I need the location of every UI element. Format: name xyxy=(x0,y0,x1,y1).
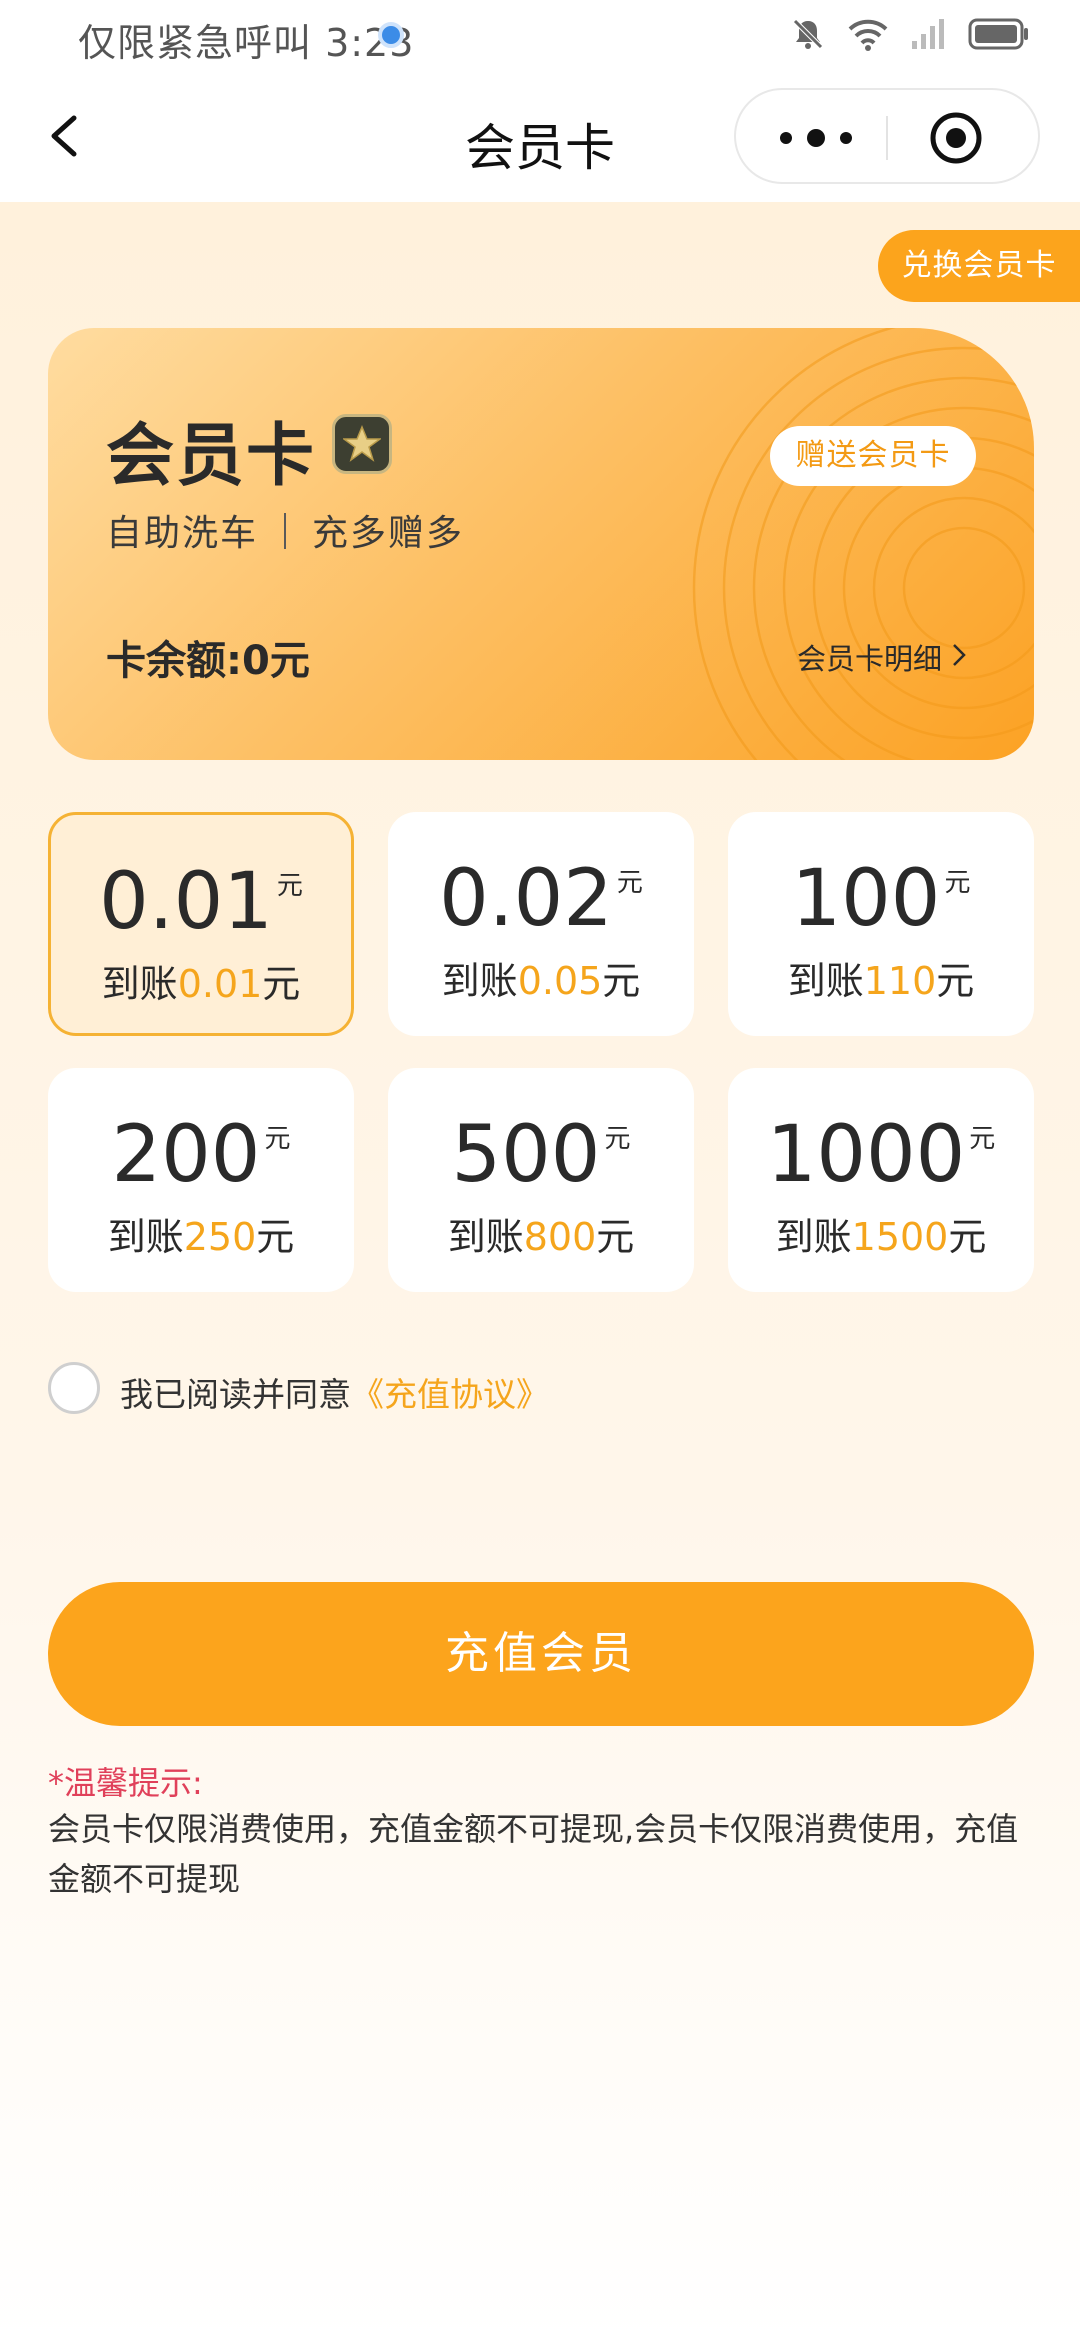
card-balance: 卡余额:0元 xyxy=(106,638,310,684)
mini-program-capsule xyxy=(734,88,1040,184)
credit-suffix: 元 xyxy=(936,959,975,1003)
credit-prefix: 到账 xyxy=(107,1215,184,1259)
credit-suffix: 元 xyxy=(256,1215,295,1259)
amount-credit: 到账0.01元 xyxy=(51,953,351,1008)
amount-value: 0.01 元 xyxy=(51,857,351,947)
signal-icon xyxy=(912,19,944,49)
amount-number: 0.02 xyxy=(439,854,613,944)
amount-number: 500 xyxy=(451,1110,601,1200)
amount-number: 100 xyxy=(791,854,941,944)
card-subtitle: 自助洗车 充多赠多 xyxy=(106,504,464,556)
card-detail-link[interactable]: 会员卡明细 xyxy=(797,636,968,678)
amount-unit: 元 xyxy=(616,868,643,898)
credit-prefix: 到账 xyxy=(101,962,178,1006)
agreement-row: 我已阅读并同意《充值协议》 xyxy=(48,1360,948,1416)
amount-option[interactable]: 500 元 到账800元 xyxy=(388,1068,694,1292)
amount-credit: 到账1500元 xyxy=(728,1206,1034,1261)
amount-unit: 元 xyxy=(604,1124,631,1154)
amount-credit: 到账110元 xyxy=(728,950,1034,1005)
credit-suffix: 元 xyxy=(596,1215,635,1259)
amount-unit: 元 xyxy=(276,871,303,901)
exchange-card-button[interactable]: 兑换会员卡 xyxy=(878,230,1080,302)
credit-amount: 800 xyxy=(523,1215,597,1259)
amount-option[interactable]: 0.02 元 到账0.05元 xyxy=(388,812,694,1036)
agreement-text: 我已阅读并同意《充值协议》 xyxy=(120,1368,549,1416)
card-subtitle-left: 自助洗车 xyxy=(106,513,259,554)
more-dots-icon[interactable] xyxy=(776,126,856,150)
agreement-checkbox[interactable] xyxy=(48,1362,100,1414)
status-icons xyxy=(790,16,1030,52)
status-bar: 仅限紧急呼叫 3:23 xyxy=(0,0,1080,72)
member-card: 会员卡 自助洗车 充多赠多 赠送会员卡 卡余额:0元 会员卡明细 xyxy=(48,328,1034,760)
amount-value: 1000 元 xyxy=(728,1110,1034,1200)
tips-title: *温馨提示: xyxy=(48,1764,203,1802)
star-badge-icon xyxy=(332,414,392,474)
wifi-icon xyxy=(848,19,888,51)
subtitle-divider xyxy=(284,513,287,549)
credit-prefix: 到账 xyxy=(787,959,864,1003)
card-detail-label: 会员卡明细 xyxy=(796,642,942,676)
amount-grid: 0.01 元 到账0.01元 0.02 元 到账0.05元 100 元 到账110元 … xyxy=(48,812,1034,1296)
amount-value: 100 元 xyxy=(728,854,1034,944)
card-title: 会员卡 xyxy=(106,417,317,496)
credit-amount: 0.05 xyxy=(517,959,603,1003)
amount-number: 1000 xyxy=(766,1110,966,1200)
amount-option[interactable]: 100 元 到账110元 xyxy=(728,812,1034,1036)
battery-icon xyxy=(968,18,1028,50)
nav-bar: 会员卡 xyxy=(0,72,1080,202)
credit-amount: 0.01 xyxy=(177,962,263,1006)
amount-unit: 元 xyxy=(969,1124,996,1154)
target-icon[interactable] xyxy=(928,110,984,166)
amount-unit: 元 xyxy=(264,1124,291,1154)
credit-prefix: 到账 xyxy=(775,1215,852,1259)
chevron-right-icon xyxy=(953,644,966,666)
credit-amount: 110 xyxy=(863,959,937,1003)
amount-option[interactable]: 200 元 到账250元 xyxy=(48,1068,354,1292)
amount-option[interactable]: 1000 元 到账1500元 xyxy=(728,1068,1034,1292)
amount-value: 0.02 元 xyxy=(388,854,694,944)
card-subtitle-right: 充多赠多 xyxy=(312,513,465,554)
status-text: 仅限紧急呼叫 3:23 xyxy=(78,21,415,65)
credit-amount: 250 xyxy=(183,1215,257,1259)
agreement-link[interactable]: 《充值协议》 xyxy=(351,1375,549,1414)
amount-credit: 到账0.05元 xyxy=(388,950,694,1005)
agreement-label: 我已阅读并同意 xyxy=(120,1375,351,1414)
amount-credit: 到账250元 xyxy=(48,1206,354,1261)
amount-value: 500 元 xyxy=(388,1110,694,1200)
amount-value: 200 元 xyxy=(48,1110,354,1200)
amount-number: 200 xyxy=(111,1110,261,1200)
card-ring-decoration xyxy=(692,328,1034,760)
amount-number: 0.01 xyxy=(99,857,273,947)
mute-bell-icon xyxy=(793,19,823,49)
credit-prefix: 到账 xyxy=(447,1215,524,1259)
location-dot-icon xyxy=(378,22,404,48)
gift-card-button[interactable]: 赠送会员卡 xyxy=(770,426,976,486)
credit-suffix: 元 xyxy=(602,959,641,1003)
credit-suffix: 元 xyxy=(262,962,301,1006)
amount-unit: 元 xyxy=(944,868,971,898)
recharge-button[interactable]: 充值会员 xyxy=(48,1582,1034,1726)
tips-body: 会员卡仅限消费使用，充值金额不可提现,会员卡仅限消费使用，充值金额不可提现 xyxy=(48,1810,1019,1898)
amount-option[interactable]: 0.01 元 到账0.01元 xyxy=(48,812,354,1036)
main-content: 兑换会员卡 会员卡 自助洗车 充多赠多 赠送会员卡 卡余额:0元 会员卡明细 0… xyxy=(0,202,1080,2340)
capsule-divider xyxy=(886,116,888,160)
credit-prefix: 到账 xyxy=(441,959,518,1003)
credit-suffix: 元 xyxy=(948,1215,987,1259)
amount-credit: 到账800元 xyxy=(388,1206,694,1261)
credit-amount: 1500 xyxy=(851,1215,949,1259)
